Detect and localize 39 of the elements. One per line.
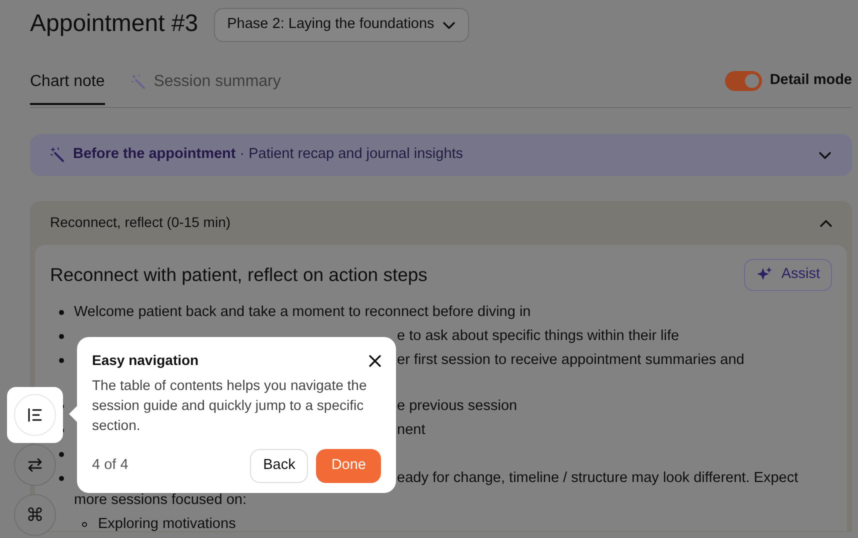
list-text: eady for change, timeline / structure may look different. Expect [397,470,798,486]
bullet-icon [82,522,87,526]
back-button[interactable]: Back [250,449,308,483]
swap-button[interactable] [14,444,56,486]
table-of-contents-button[interactable] [14,394,56,436]
bullet-icon [59,310,64,314]
section-header[interactable]: Reconnect, reflect (0-15 min) [35,200,847,245]
close-icon [369,354,381,366]
popover-text: The table of contents helps you navigate the session guide and quickly jump to a specific section. [92,376,368,435]
list-text: nent [397,422,426,438]
detail-mode-toggle[interactable] [724,70,762,91]
bullet-icon [59,452,64,456]
section-title: Reconnect with patient, reflect on action steps [50,264,428,286]
popover-title: Easy navigation [92,351,199,370]
list-text: er first session to receive appointment summaries and [397,352,744,368]
command-button[interactable]: ⌘ [14,494,56,536]
before-appointment-panel[interactable]: Before the appointment · Patient recap and journal insights [30,134,852,176]
tab[interactable]: Chart note [30,70,105,105]
list-icon [27,407,43,423]
list-text: Welcome patient back and take a moment to reconnect before diving in [74,304,531,320]
list-text: e previous session [397,398,518,414]
close-button[interactable] [369,354,381,366]
step-counter: 4 of 4 [92,456,128,475]
magic-wand-icon [50,147,65,162]
phase-dropdown[interactable]: Phase 2: Laying the foundations [214,8,470,42]
list-text: e to ask about specific things within their life [397,328,680,344]
assist-button[interactable]: Assist [744,258,832,290]
bullet-icon [59,476,64,480]
list-text: Exploring motivations [98,516,236,532]
swap-arrows-icon [27,457,43,473]
list-text: more sessions focused on: [74,492,246,508]
tab[interactable]: Session summary [130,70,281,105]
toggle-label: Detail mode [770,70,852,90]
magic-wand-icon [130,74,146,90]
done-button[interactable]: Done [316,449,381,483]
bullet-icon [59,358,64,362]
bullet-icon [59,334,64,338]
panel-title: Before the appointment · Patient recap and journal insights [73,144,464,164]
page-title: Appointment #3 [30,10,198,40]
